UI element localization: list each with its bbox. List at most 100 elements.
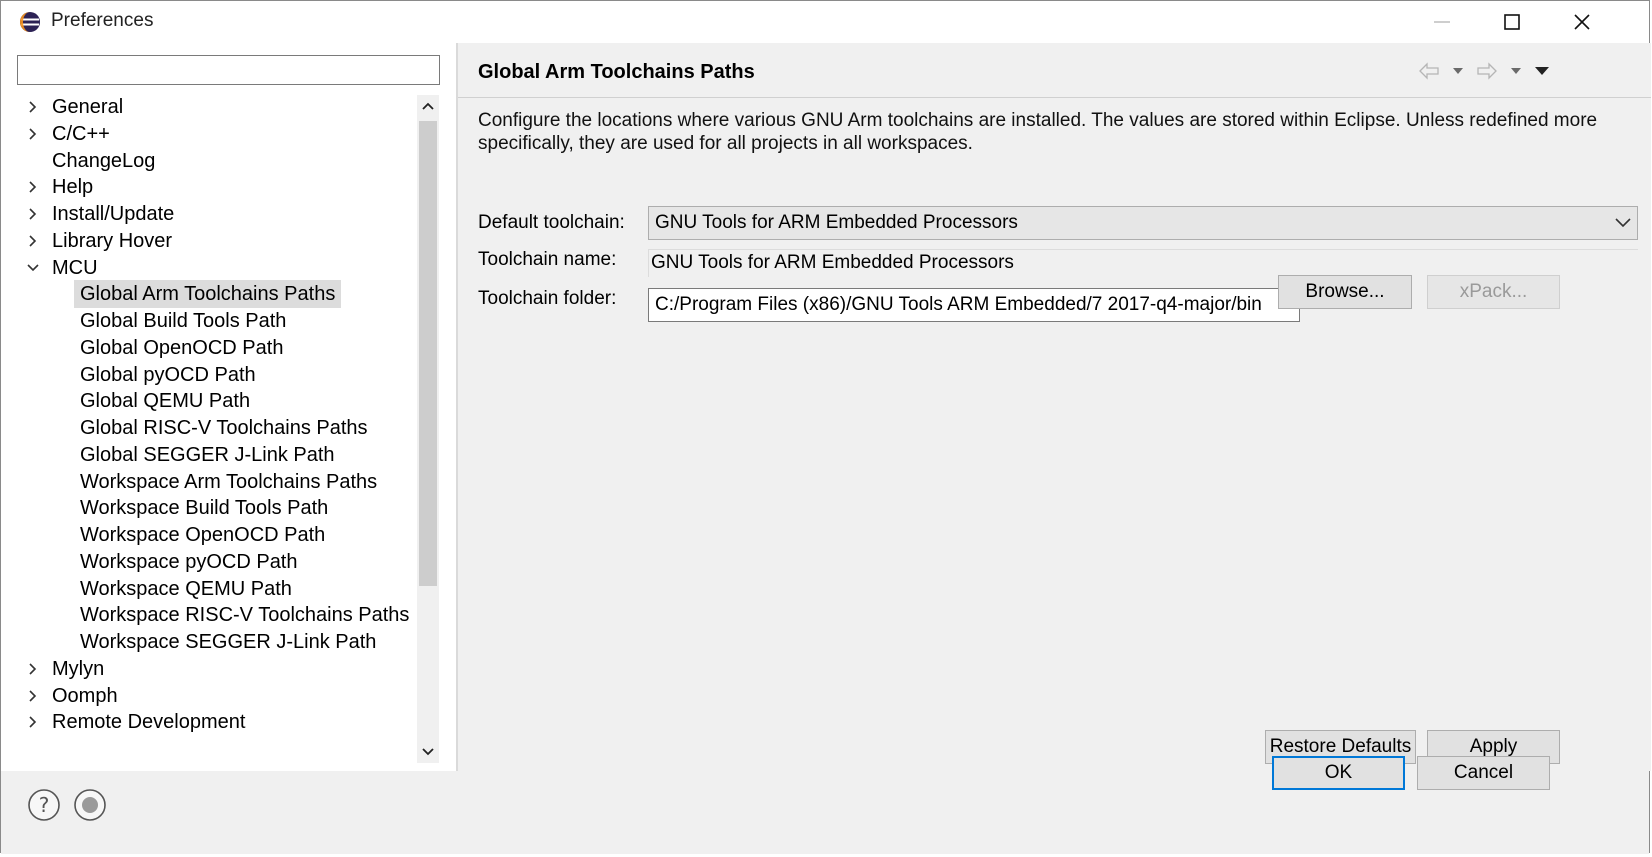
tree-item[interactable]: Workspace OpenOCD Path xyxy=(17,521,407,549)
view-menu-button[interactable] xyxy=(1534,57,1550,85)
scroll-down-button[interactable] xyxy=(417,741,439,763)
tree-item[interactable]: General xyxy=(17,93,407,121)
tree-item-label: Workspace RISC-V Toolchains Paths xyxy=(80,604,410,627)
tree-item-label: Global QEMU Path xyxy=(80,390,251,413)
tree-item[interactable]: ChangeLog xyxy=(17,147,407,175)
chevron-right-icon[interactable] xyxy=(25,227,41,255)
tree-item[interactable]: Global OpenOCD Path xyxy=(17,334,407,362)
chevron-right-icon[interactable] xyxy=(25,708,41,736)
back-arrow-icon xyxy=(1419,62,1439,80)
tree-item[interactable]: Global Build Tools Path xyxy=(17,307,407,335)
toolchain-folder-input[interactable]: C:/Program Files (x86)/GNU Tools ARM Emb… xyxy=(648,288,1300,322)
tree-item[interactable]: Global RISC-V Toolchains Paths xyxy=(17,414,407,442)
scroll-up-button[interactable] xyxy=(417,95,439,117)
toolchain-name-label: Toolchain name: xyxy=(478,249,617,270)
toolchain-name-field: GNU Tools for ARM Embedded Processors xyxy=(648,249,1638,277)
dialog-footer: ? OK Cancel xyxy=(1,756,1649,854)
chevron-right-icon[interactable] xyxy=(25,173,41,201)
browse-button[interactable]: Browse... xyxy=(1278,275,1412,309)
tree-item-label: Remote Development xyxy=(52,711,246,734)
tree-item[interactable]: Global SEGGER J-Link Path xyxy=(17,441,407,469)
default-toolchain-label: Default toolchain: xyxy=(478,212,625,233)
tree-item-label: Workspace QEMU Path xyxy=(80,577,292,600)
tree-item[interactable]: Oomph xyxy=(17,682,407,710)
import-export-icon[interactable] xyxy=(73,788,107,822)
tree-item[interactable]: Global pyOCD Path xyxy=(17,361,407,389)
tree-item[interactable]: Workspace QEMU Path xyxy=(17,575,407,603)
tree-item-label: Install/Update xyxy=(52,203,175,225)
eclipse-icon xyxy=(20,12,40,32)
forward-history-dropdown[interactable] xyxy=(1510,57,1522,85)
dropdown-arrow-icon xyxy=(1511,68,1521,74)
chevron-down-icon xyxy=(422,748,434,756)
preference-tree-pane: General C/C++ ChangeLog Help Install/Update L… xyxy=(1,43,456,771)
tree-item-label: Oomph xyxy=(52,684,118,707)
title-bar: Preferences xyxy=(1,1,1649,43)
tree-item-label: Workspace SEGGER J-Link Path xyxy=(80,631,377,653)
back-button[interactable] xyxy=(1418,57,1440,85)
menu-triangle-icon xyxy=(1535,67,1549,75)
chevron-up-icon xyxy=(422,102,434,110)
chevron-right-icon[interactable] xyxy=(25,655,41,683)
tree-item-label: Global Build Tools Path xyxy=(80,310,287,332)
chevron-right-icon[interactable] xyxy=(25,200,41,228)
tree-item[interactable]: Workspace pyOCD Path xyxy=(17,548,407,576)
help-icon[interactable]: ? xyxy=(27,788,61,822)
tree-item[interactable]: Mylyn xyxy=(17,655,407,683)
tree-item-label: Global pyOCD Path xyxy=(80,363,256,386)
tree-item[interactable]: Workspace Build Tools Path xyxy=(17,494,407,522)
tree-item[interactable]: Workspace SEGGER J-Link Path xyxy=(17,628,407,656)
minimize-button[interactable] xyxy=(1407,1,1477,43)
tree-item-label: MCU xyxy=(52,256,98,279)
dropdown-arrow-icon xyxy=(1453,68,1463,74)
page-title: Global Arm Toolchains Paths xyxy=(478,61,755,83)
back-history-dropdown[interactable] xyxy=(1452,57,1464,85)
tree-item[interactable]: Global Arm Toolchains Paths xyxy=(17,280,407,309)
tree-item[interactable]: Help xyxy=(17,173,407,201)
tree-item-label: Global OpenOCD Path xyxy=(80,336,284,359)
tree-item-label: Workspace Arm Toolchains Paths xyxy=(80,470,378,493)
forward-button[interactable] xyxy=(1476,57,1498,85)
tree-item[interactable]: Remote Development xyxy=(17,708,407,736)
preference-page: Global Arm Toolchains Paths Configure th… xyxy=(458,43,1651,771)
toolchain-folder-label: Toolchain folder: xyxy=(478,288,617,309)
forward-arrow-icon xyxy=(1477,62,1497,80)
maximize-icon xyxy=(1504,14,1520,30)
tree-item[interactable]: Install/Update xyxy=(17,200,407,228)
scrollbar-thumb[interactable] xyxy=(419,121,437,586)
tree-item-label: ChangeLog xyxy=(52,149,156,172)
tree-item-label: Global RISC-V Toolchains Paths xyxy=(80,417,368,439)
tree-item-label: Global Arm Toolchains Paths xyxy=(74,280,342,309)
preference-tree: General C/C++ ChangeLog Help Install/Update L… xyxy=(17,93,417,763)
tree-item[interactable]: C/C++ xyxy=(17,120,407,148)
tree-item[interactable]: Workspace RISC-V Toolchains Paths xyxy=(17,601,409,629)
maximize-button[interactable] xyxy=(1477,1,1547,43)
window-title: Preferences xyxy=(51,10,154,31)
tree-item-label: Workspace Build Tools Path xyxy=(80,497,329,520)
chevron-right-icon[interactable] xyxy=(25,120,41,148)
chevron-down-icon[interactable] xyxy=(25,254,41,282)
title-separator xyxy=(458,97,1651,98)
tree-item-label: Workspace pyOCD Path xyxy=(80,550,298,573)
svg-text:?: ? xyxy=(39,793,50,817)
tree-item-label: Mylyn xyxy=(52,657,105,680)
tree-item-label: Library Hover xyxy=(52,229,173,252)
xpack-button[interactable]: xPack... xyxy=(1427,275,1560,309)
close-button[interactable] xyxy=(1547,1,1617,43)
tree-scrollbar[interactable] xyxy=(417,95,439,763)
tree-item[interactable]: MCU xyxy=(17,254,407,282)
default-toolchain-select[interactable]: GNU Tools for ARM Embedded Processors xyxy=(648,206,1638,240)
page-description: Configure the locations where various GN… xyxy=(478,110,1598,154)
tree-item[interactable]: Workspace Arm Toolchains Paths xyxy=(17,468,407,496)
default-toolchain-value: GNU Tools for ARM Embedded Processors xyxy=(655,212,1018,233)
cancel-button[interactable]: Cancel xyxy=(1417,756,1550,790)
chevron-right-icon[interactable] xyxy=(25,682,41,710)
tree-item[interactable]: Global QEMU Path xyxy=(17,387,407,415)
minimize-icon xyxy=(1434,21,1450,23)
chevron-right-icon[interactable] xyxy=(25,93,41,121)
tree-item[interactable]: Library Hover xyxy=(17,227,407,255)
ok-button[interactable]: OK xyxy=(1272,756,1405,790)
tree-item-label: C/C++ xyxy=(52,122,110,145)
close-icon xyxy=(1574,14,1590,30)
filter-input[interactable] xyxy=(17,55,440,85)
